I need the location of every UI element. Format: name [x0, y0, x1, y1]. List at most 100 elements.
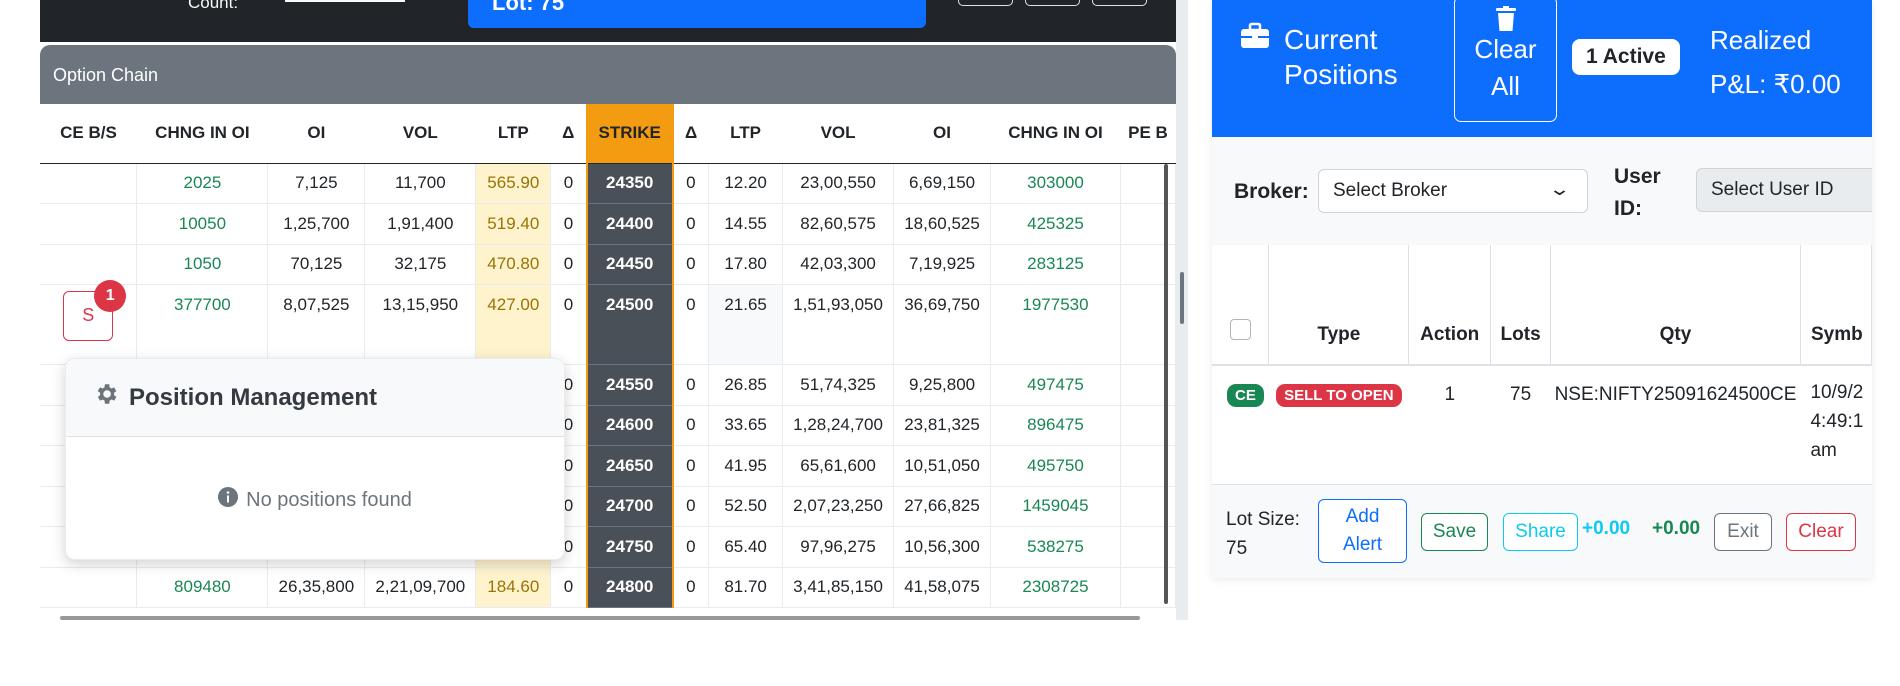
app-root: Count: Lot: 75 Option Chain CE B/S CHNG … — [0, 0, 1900, 686]
share-button[interactable]: Share — [1503, 513, 1578, 551]
ce-bs-cell — [40, 567, 138, 608]
lot-size: Lot Size: 75 — [1226, 505, 1310, 563]
clear-button[interactable]: Clear — [1786, 513, 1856, 551]
cell-pe-oi: 7,19,925 — [893, 244, 992, 285]
row-type-cell: CE — [1212, 365, 1269, 486]
cell-ce-chng-oi: 10050 — [136, 203, 269, 245]
add-alert-button[interactable]: Add Alert — [1318, 499, 1407, 563]
select-all-checkbox[interactable] — [1229, 319, 1251, 340]
table-row[interactable]: S 1 377700 8,07,525 13,15,950 427.00 0 24500 0 21… — [40, 280, 1176, 365]
user-id-label: User ID: — [1614, 161, 1674, 225]
cell-ce-delta: 0 — [550, 284, 588, 365]
cell-ce-ltp: 427.00 — [475, 284, 552, 365]
cell-ce-chng-oi: 809480 — [136, 567, 269, 608]
sell-button-label: S — [82, 305, 95, 325]
ce-bs-cell — [40, 203, 138, 245]
cell-pe-chng-oi: 896475 — [990, 405, 1121, 446]
trash-icon — [1455, 1, 1556, 31]
cell-pe-vol: 97,96,275 — [782, 526, 895, 568]
cell-ce-delta: 0 — [550, 203, 588, 245]
cell-pe-ltp: 52.50 — [708, 486, 784, 527]
exit-button[interactable]: Exit — [1714, 513, 1772, 551]
cell-pe-oi: 18,60,525 — [893, 203, 992, 245]
save-button[interactable]: Save — [1421, 513, 1488, 551]
col-header-symbol: Symb — [1800, 245, 1872, 366]
table-row[interactable]: 2025 7,125 11,700 565.90 0 24350 0 12.20 23,00,5… — [40, 163, 1176, 204]
col-header-ce-delta: Δ — [550, 104, 587, 164]
cell-pe-oi: 36,69,750 — [893, 284, 992, 365]
col-header-lots: Lots — [1490, 245, 1552, 366]
cell-ce-chng-oi: 1050 — [136, 244, 269, 285]
broker-select[interactable]: Select Broker ⌄ — [1318, 169, 1588, 213]
sell-count-badge: 1 — [94, 280, 127, 312]
cell-ce-delta: 0 — [550, 244, 588, 285]
position-management-title: Position Management — [129, 383, 378, 411]
cell-pe-chng-oi: 495750 — [990, 445, 1121, 487]
lot-button[interactable]: Lot: 75 — [468, 0, 926, 28]
cell-pe-vol: 2,07,23,250 — [782, 486, 895, 527]
row-symbol: NSE:NIFTY25091624500CE — [1550, 365, 1801, 486]
cell-strike[interactable]: 24750 — [585, 526, 674, 568]
cell-strike[interactable]: 24650 — [585, 445, 674, 487]
cell-strike[interactable]: 24500 — [585, 284, 674, 365]
cell-ce-delta: 0 — [550, 163, 588, 204]
col-header-ce-oi: OI — [267, 104, 365, 164]
cell-pe-oi: 6,69,150 — [893, 163, 992, 204]
count-input[interactable] — [285, 0, 405, 2]
user-id-select[interactable]: Select User ID — [1696, 168, 1872, 212]
col-header-ce-chng-oi: CHNG IN OI — [136, 104, 268, 164]
realized-label: Realized — [1710, 25, 1812, 55]
table-row[interactable]: 1050 70,125 32,175 470.80 0 24450 0 17.80 42,03,… — [40, 244, 1176, 285]
vertical-scrollbar[interactable] — [1164, 164, 1168, 604]
table-row[interactable]: 809480 26,35,800 2,21,09,700 184.60 0 24800 0 8… — [40, 567, 1176, 608]
toolbar-button-3[interactable] — [1092, 0, 1147, 6]
cell-strike[interactable]: 24350 — [585, 163, 674, 204]
cell-pe-ltp: 65.40 — [708, 526, 784, 568]
cell-strike[interactable]: 24600 — [585, 405, 674, 446]
cell-strike[interactable]: 24450 — [585, 244, 674, 285]
cell-strike[interactable]: 24400 — [585, 203, 674, 245]
cell-pe-delta: 0 — [672, 284, 710, 365]
resize-handle[interactable] — [1180, 272, 1184, 324]
cell-pe-vol: 1,51,93,050 — [782, 284, 895, 365]
cell-pe-chng-oi: 425325 — [990, 203, 1121, 245]
cell-ce-ltp: 565.90 — [475, 163, 552, 204]
cell-ce-vol: 32,175 — [364, 244, 477, 285]
cell-strike[interactable]: 24700 — [585, 486, 674, 527]
briefcase-icon — [1240, 22, 1270, 92]
positions-header: Current Positions Clear All 1 Active Rea… — [1212, 0, 1872, 137]
cell-pe-ltp: 14.55 — [708, 203, 784, 245]
clear-all-button[interactable]: Clear All — [1454, 0, 1557, 122]
cell-ce-vol: 1,91,400 — [364, 203, 477, 245]
cell-strike[interactable]: 24550 — [585, 364, 674, 406]
cell-pe-chng-oi: 303000 — [990, 163, 1121, 204]
row-time-text: 10/9/2 4:49:1 am — [1810, 382, 1864, 461]
col-header-type: Type — [1268, 245, 1410, 366]
toolbar-button-2[interactable] — [1025, 0, 1080, 6]
cell-pe-delta: 0 — [672, 567, 710, 608]
lot-size-text: Lot Size: 75 — [1226, 509, 1300, 559]
col-header-qty: Qty — [1550, 245, 1801, 366]
horizontal-scrollbar[interactable] — [60, 616, 1140, 620]
cell-strike[interactable]: 24800 — [585, 567, 674, 608]
table-row[interactable]: CE SELL TO OPEN 1 75 NSE:NIFTY2509162450… — [1212, 365, 1872, 486]
cell-pe-delta: 0 — [672, 364, 710, 406]
row-qty: 75 — [1490, 365, 1551, 486]
chain-header-row: CE B/S CHNG IN OI OI VOL LTP Δ STRIKE Δ … — [40, 104, 1176, 164]
broker-select-value: Select Broker — [1333, 180, 1448, 201]
broker-label: Broker: — [1234, 180, 1309, 203]
select-all-cell — [1212, 245, 1270, 366]
cell-pe-ltp: 17.80 — [708, 244, 784, 285]
toolbar-button-1[interactable] — [958, 0, 1013, 6]
info-icon — [218, 487, 239, 513]
user-id-label-text: User ID: — [1614, 165, 1661, 220]
row-lots: 1 — [1408, 365, 1491, 486]
cell-pe-delta: 0 — [672, 244, 710, 285]
cell-ce-vol: 13,15,950 — [364, 284, 477, 365]
sell-button[interactable]: S1 — [63, 280, 127, 341]
table-row[interactable]: 10050 1,25,700 1,91,400 519.40 0 24400 0 14.55 8… — [40, 203, 1176, 245]
pnl-value-a: +0.00 — [1582, 518, 1631, 539]
cell-pe-ltp: 26.85 — [708, 364, 784, 406]
col-header-ce-bs: CE B/S — [40, 104, 137, 164]
cell-pe-delta: 0 — [672, 445, 710, 487]
